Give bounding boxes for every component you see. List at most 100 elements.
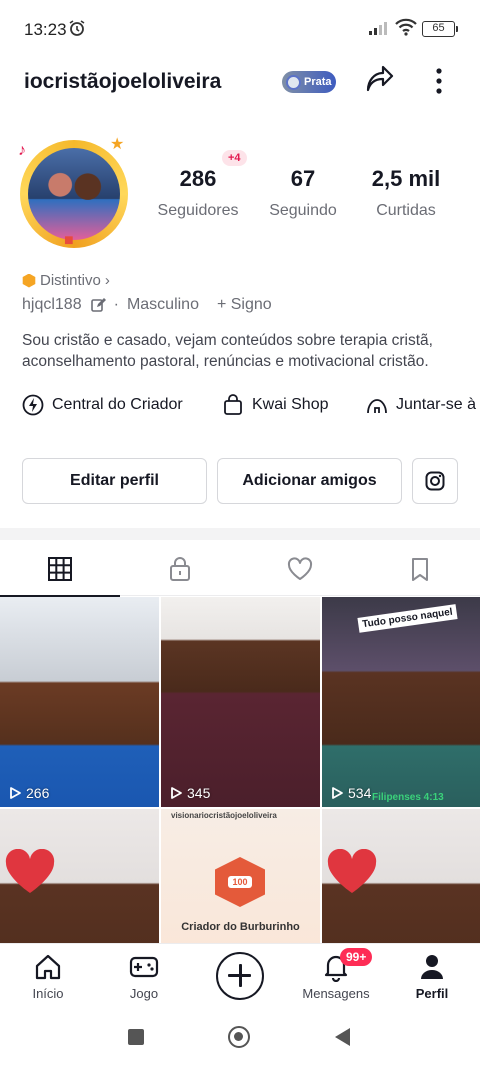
medal-icon (286, 74, 301, 90)
battery-icon: 65 (422, 21, 458, 37)
stat-followers[interactable]: 286 Seguidores (150, 166, 246, 220)
add-friends-button[interactable]: Adicionar amigos (217, 458, 402, 504)
link-label: Juntar-se à (396, 396, 477, 413)
tab-liked[interactable] (240, 542, 360, 596)
rank-badge[interactable]: Prata (282, 71, 336, 93)
view-count-value: 266 (26, 785, 50, 801)
badge-link[interactable]: Distintivo › (22, 272, 110, 289)
instagram-button[interactable] (412, 458, 458, 504)
play-icon (171, 787, 182, 799)
nav-home[interactable]: Início (0, 944, 96, 1014)
lightning-icon (22, 394, 44, 416)
signal-icon (369, 22, 387, 35)
creator-center-link[interactable]: Central do Criador (22, 394, 183, 416)
view-count-value: 345 (187, 785, 211, 801)
separator-dot: · (113, 296, 119, 313)
video-thumbnail[interactable] (0, 809, 159, 943)
share-icon[interactable] (362, 64, 396, 98)
sign-link[interactable]: + Signo (217, 296, 272, 314)
video-thumbnail[interactable]: Tudo posso naquel Filipenses 4:13 534 (322, 597, 480, 807)
heart-drawing-icon (5, 849, 55, 893)
milestone-badge: 100 (215, 857, 265, 907)
status-time: 13:23 (24, 20, 67, 39)
nav-profile[interactable]: Perfil (384, 944, 480, 1014)
edit-icon[interactable] (90, 297, 106, 313)
home-icon (35, 954, 61, 980)
home-button[interactable] (228, 1026, 250, 1048)
tab-videos[interactable] (0, 542, 120, 597)
profile-meta: hjqcl188 · Masculino + Signo (22, 296, 272, 314)
video-thumbnail[interactable]: 266 (0, 597, 159, 807)
nav-label: Perfil (415, 986, 449, 1001)
rank-label: Prata (304, 76, 332, 88)
edit-profile-button[interactable]: Editar perfil (22, 458, 207, 504)
view-count: 266 (8, 785, 49, 801)
tab-saved[interactable] (360, 542, 480, 596)
gamepad-icon (129, 956, 159, 978)
stat-value: 67 (290, 166, 316, 191)
instagram-icon (425, 471, 445, 491)
content-tabs (0, 542, 480, 597)
nav-label: Mensagens (302, 986, 370, 1001)
gift-icon: ■ (64, 232, 74, 249)
heart-drawing-icon (327, 849, 377, 893)
battery-level: 65 (432, 22, 445, 34)
video-caption-bottom: Filipenses 4:13 (372, 792, 444, 803)
stat-label: Seguidores (157, 202, 239, 219)
video-thumbnail[interactable]: visionariocristãojoeloliveira 100 Criado… (161, 809, 320, 943)
badge-label: Distintivo (40, 272, 101, 289)
group-icon (367, 399, 387, 414)
avatar[interactable]: ★ ♪ ■ (14, 134, 134, 254)
user-handle: hjqcl188 (22, 296, 82, 313)
view-count: 534 (330, 785, 371, 801)
play-icon (10, 787, 21, 799)
link-label: Central do Criador (52, 396, 183, 413)
view-count-value: 534 (348, 785, 372, 801)
gender-label: Masculino (126, 296, 199, 313)
nav-game[interactable]: Jogo (96, 944, 192, 1014)
messages-badge: 99+ (340, 948, 373, 966)
stat-following[interactable]: 67 Seguindo (255, 166, 351, 220)
hexagon-badge-icon (22, 273, 36, 288)
video-thumbnail[interactable] (322, 809, 480, 943)
shopping-bag-icon (224, 394, 242, 415)
person-icon (421, 955, 443, 979)
followers-bonus-badge: +4 (222, 150, 247, 166)
link-label: Kwai Shop (252, 396, 329, 413)
profile-stats: 286 Seguidores 67 Seguindo 2,5 mil Curti… (150, 166, 460, 226)
username: iocristãojoeloliveira (24, 70, 222, 93)
video-author: visionariocristãojoeloliveira (171, 811, 277, 820)
milestone-value: 100 (228, 876, 252, 888)
join-group-link[interactable]: Juntar-se à (366, 394, 476, 416)
nav-label: Jogo (129, 986, 159, 1001)
section-divider (0, 528, 480, 540)
create-button[interactable] (216, 952, 264, 1000)
stat-value: 2,5 mil (371, 166, 441, 191)
milestone-title: Criador do Burburinho (181, 921, 300, 933)
lock-icon (170, 557, 190, 581)
profile-links: Central do Criador Kwai Shop Juntar-se à (22, 394, 480, 422)
wifi-icon (395, 18, 417, 36)
avatar-image (28, 148, 120, 240)
profile-bio: Sou cristão e casado, vejam conteúdos so… (22, 332, 433, 370)
bookmark-icon (412, 558, 428, 581)
alarm-icon (69, 20, 85, 36)
stat-likes[interactable]: 2,5 mil Curtidas (358, 166, 454, 220)
kwai-shop-link[interactable]: Kwai Shop (222, 394, 329, 416)
recent-apps-button[interactable] (128, 1029, 144, 1045)
tab-private[interactable] (120, 542, 240, 596)
music-note-icon: ♪ (18, 142, 26, 159)
nav-label: Início (32, 986, 64, 1001)
star-icon: ★ (110, 136, 125, 153)
system-nav-bar (0, 1013, 480, 1066)
stat-value: 286 (179, 166, 217, 191)
view-count: 345 (169, 785, 210, 801)
video-thumbnail[interactable]: 345 (161, 597, 320, 807)
status-bar: 13:23 65 (0, 0, 480, 58)
chevron-right-icon: › (104, 272, 110, 289)
more-options-icon[interactable] (428, 66, 450, 96)
stat-label: Curtidas (376, 202, 436, 219)
back-button[interactable] (335, 1028, 350, 1046)
profile-header: iocristãojoeloliveira Prata (0, 58, 480, 106)
bottom-nav: Início Jogo Mensagens 99+ Perfil (0, 943, 480, 1013)
